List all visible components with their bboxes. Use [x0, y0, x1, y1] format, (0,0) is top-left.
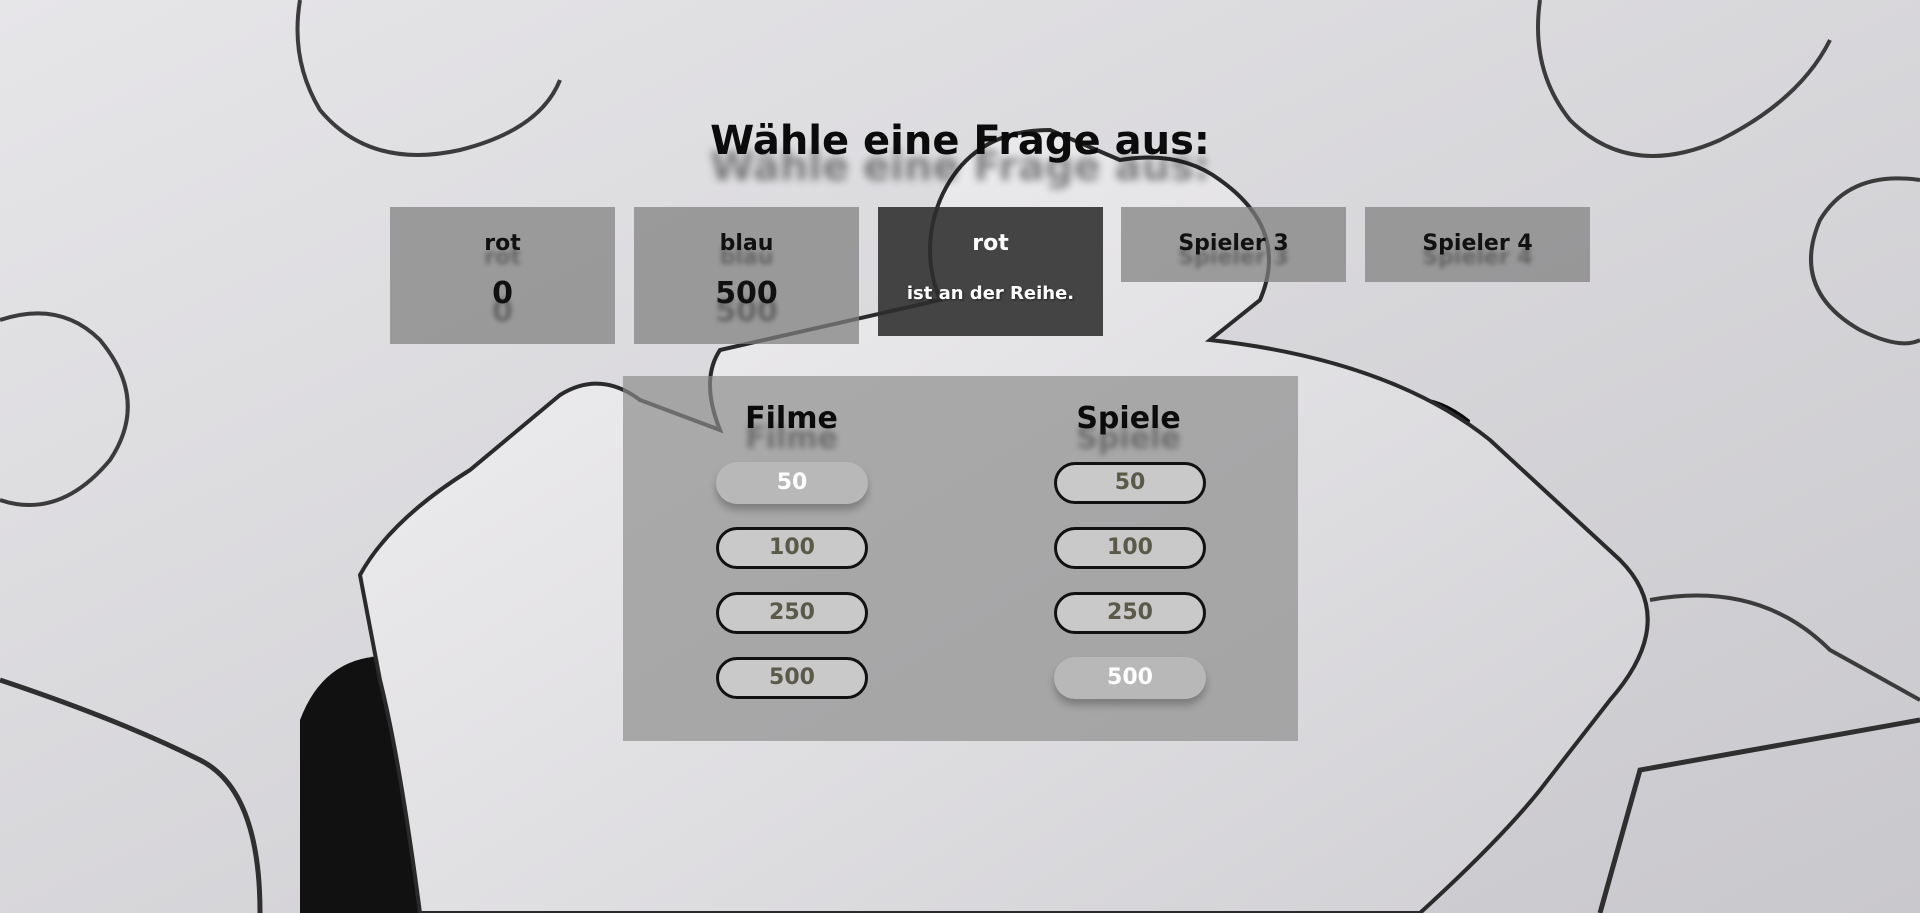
- player-card-1: rot 0: [390, 207, 615, 344]
- question-board: Filme 50 100 250 500 Spiele 50 100 250 5…: [623, 376, 1298, 741]
- player-name: blau: [719, 231, 774, 256]
- player-score: 500: [715, 276, 778, 311]
- question-button-spiele-250[interactable]: 250: [1054, 592, 1206, 634]
- player-card-3: Spieler 3: [1121, 207, 1346, 282]
- category-title: Spiele: [1076, 401, 1181, 436]
- player-card-2: blau 500: [634, 207, 859, 344]
- category-title: Filme: [745, 401, 838, 436]
- active-player-card: rot ist an der Reihe.: [878, 207, 1103, 336]
- player-name: Spieler 3: [1178, 231, 1289, 256]
- question-button-spiele-50[interactable]: 50: [1054, 462, 1206, 504]
- category-filme: Filme 50 100 250 500: [623, 376, 960, 699]
- question-button-filme-500[interactable]: 500: [716, 657, 868, 699]
- turn-indicator: ist an der Reihe.: [906, 283, 1075, 304]
- game-screen: Wähle eine Frage aus: rot 0 blau 500 rot…: [0, 0, 1920, 913]
- question-button-spiele-500[interactable]: 500: [1054, 657, 1206, 699]
- question-button-filme-250[interactable]: 250: [716, 592, 868, 634]
- player-name: rot: [972, 231, 1009, 256]
- player-card-4: Spieler 4: [1365, 207, 1590, 282]
- player-name: rot: [484, 231, 521, 256]
- page-title: Wähle eine Frage aus:: [710, 118, 1210, 164]
- player-bar: rot 0 blau 500 rot ist an der Reihe. Spi…: [390, 207, 1590, 347]
- question-button-filme-100[interactable]: 100: [716, 527, 868, 569]
- player-score: 0: [492, 276, 513, 311]
- question-button-filme-50[interactable]: 50: [716, 462, 868, 504]
- player-name: Spieler 4: [1422, 231, 1533, 256]
- category-spiele: Spiele 50 100 250 500: [960, 376, 1297, 699]
- question-button-spiele-100[interactable]: 100: [1054, 527, 1206, 569]
